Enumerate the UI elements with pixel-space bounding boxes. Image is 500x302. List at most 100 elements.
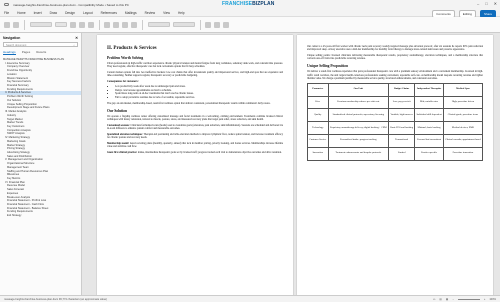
consequences-list: Low productivity week after week due to … bbox=[107, 85, 283, 99]
table-cell: Procedure innovation bbox=[442, 146, 484, 161]
list-item: Fail to adopt preventive routines due to… bbox=[115, 96, 283, 99]
window-controls: – □ ✕ bbox=[477, 1, 497, 6]
navigation-title: Navigation bbox=[3, 36, 21, 40]
ribbon-divider bbox=[98, 19, 99, 30]
table-cell: Practice-specific bbox=[414, 146, 444, 161]
table-cell: High; procedure driven bbox=[442, 95, 484, 110]
navigation-search-input[interactable]: Search document ⌕ bbox=[3, 42, 78, 47]
autosave-icon[interactable] bbox=[4, 3, 9, 6]
tab-review[interactable]: Review bbox=[145, 11, 155, 15]
search-icon[interactable]: ⌕ bbox=[74, 44, 75, 47]
tab-references[interactable]: References bbox=[101, 11, 117, 15]
ribbon-divider bbox=[24, 19, 25, 30]
tab-mailings[interactable]: Mailings bbox=[125, 11, 137, 15]
ribbon-toolbar bbox=[0, 17, 500, 33]
table-header: Our Unit bbox=[327, 82, 389, 97]
tab-results[interactable]: Results bbox=[36, 50, 46, 55]
web-layout-icon[interactable]: ▦ bbox=[446, 298, 448, 301]
tab-view[interactable]: View bbox=[163, 11, 170, 15]
dictate-icon[interactable] bbox=[214, 21, 220, 28]
table-cell: Personalized intake; progress tracking bbox=[327, 134, 389, 148]
table-cell: Standardized clinical protocols; supervi… bbox=[327, 108, 389, 123]
table-row: Quality Standardized clinical protocols; … bbox=[307, 108, 484, 123]
tab-layout[interactable]: Layout bbox=[83, 11, 93, 15]
table-row: Customer Service Personalized intake; pro… bbox=[307, 134, 484, 148]
table-cell: Clinical-grade; procedure focus bbox=[442, 108, 484, 123]
paragraph: Unique selling points: licensed clinicia… bbox=[307, 54, 483, 61]
navigation-header: Navigation ✕ bbox=[0, 33, 81, 41]
table-header: Budget Chains bbox=[387, 82, 416, 97]
focus-icon[interactable]: ▭ bbox=[433, 298, 435, 301]
tab-headings[interactable]: Headings bbox=[3, 50, 16, 55]
clipboard-icon[interactable] bbox=[13, 21, 19, 28]
paragraph: Current market options fall into two ine… bbox=[107, 71, 283, 78]
table-cell: Personal but inconsistent bbox=[414, 134, 444, 148]
paragraph: The gap: an end-market, membership-based… bbox=[107, 102, 271, 106]
zoom-in-icon[interactable]: + bbox=[484, 298, 486, 301]
paragraph: We operate a flagship wellness center of… bbox=[107, 115, 283, 122]
comparison-table: Parameter Our Unit Budget Chains Indepen… bbox=[307, 82, 484, 161]
table-cell: Minimal; basic booking bbox=[414, 121, 444, 135]
table-row-header: Innovation bbox=[307, 146, 329, 161]
paragraph-body: intake, intermediate therapeutic goals s… bbox=[137, 151, 282, 155]
section-heading: II. Products & Services bbox=[107, 46, 157, 51]
document-canvas[interactable]: II. Products & Services Problem Worth So… bbox=[82, 33, 500, 297]
window-title: massage-heights-franchise-business-plan.… bbox=[13, 2, 129, 7]
paragraph: Specialized elevation techniques: Therap… bbox=[107, 133, 283, 139]
paste-icon[interactable] bbox=[4, 21, 10, 28]
table-body: Price Premium membership reduces per-visi… bbox=[307, 95, 484, 161]
table-row: Technology Proprietary aromatherapy deliv… bbox=[307, 121, 484, 135]
print-layout-icon[interactable]: ▤ bbox=[439, 298, 441, 301]
tab-insert[interactable]: Insert bbox=[34, 11, 42, 15]
table-row-header: Price bbox=[307, 95, 329, 110]
editor-icon[interactable] bbox=[223, 21, 229, 28]
minimize-icon[interactable]: – bbox=[477, 1, 479, 6]
subheading-solution: Our Solution bbox=[107, 109, 128, 114]
table-header-row: Parameter Our Unit Budget Chains Indepen… bbox=[307, 82, 484, 97]
table-header: Independent Therapists bbox=[414, 82, 444, 97]
close-icon[interactable]: ✕ bbox=[494, 1, 497, 6]
close-pane-icon[interactable]: ✕ bbox=[75, 36, 78, 40]
tab-draw[interactable]: Draw bbox=[50, 11, 57, 15]
table-cell: Variable; high turnover bbox=[387, 108, 416, 123]
italic-icon[interactable] bbox=[78, 21, 85, 28]
styles-gallery-2[interactable] bbox=[172, 22, 195, 27]
align-left-icon[interactable] bbox=[122, 21, 128, 28]
status-bar: massage-heights-franchise-business-plan.… bbox=[0, 295, 500, 302]
paragraph: Membership model: tiered recurring plans… bbox=[107, 142, 283, 148]
font-family-select[interactable] bbox=[29, 22, 52, 27]
brand-part1: FRANCHISE bbox=[222, 1, 253, 7]
underline-icon[interactable] bbox=[87, 21, 94, 28]
tab-help[interactable]: Help bbox=[178, 11, 185, 15]
maximize-icon[interactable]: □ bbox=[485, 1, 487, 6]
zoom-level[interactable]: 100% bbox=[489, 298, 496, 301]
tab-design[interactable]: Design bbox=[65, 11, 75, 15]
bold-icon[interactable] bbox=[69, 21, 76, 28]
table-cell: Premium membership reduces per-visit cos… bbox=[327, 95, 389, 110]
table-header: Parameter bbox=[307, 82, 329, 97]
numbering-icon[interactable] bbox=[113, 21, 119, 28]
table-row-header: Technology bbox=[307, 121, 329, 135]
paragraph: Guest first clinical practice: intake, i… bbox=[107, 151, 283, 154]
document-page[interactable]: II. Products & Services Problem Worth So… bbox=[97, 35, 293, 297]
document-page[interactable]: Our center is a 45-year-old flair worker… bbox=[297, 35, 493, 297]
status-text: massage-heights-franchise-business-plan.… bbox=[4, 297, 107, 301]
table-cell: Medical devices; EMR bbox=[442, 121, 484, 135]
table-row-header: Customer Service bbox=[307, 134, 329, 148]
table-header: Medical Spas bbox=[442, 82, 484, 97]
zoom-out-icon[interactable]: − bbox=[452, 298, 454, 301]
zoom-slider[interactable] bbox=[457, 298, 480, 300]
navigation-pane: Navigation ✕ Search document ⌕ Headings … bbox=[0, 33, 82, 295]
find-icon[interactable] bbox=[205, 21, 211, 28]
brand-part2: BIZPLAN bbox=[252, 1, 275, 7]
ribbon-divider bbox=[142, 19, 143, 30]
tab-home[interactable]: Home bbox=[17, 11, 26, 15]
styles-gallery[interactable] bbox=[147, 22, 170, 27]
nav-heading-item[interactable]: Exit Strategy bbox=[0, 214, 81, 218]
font-size-select[interactable] bbox=[54, 22, 67, 27]
tab-file[interactable]: File bbox=[4, 11, 9, 15]
align-center-icon[interactable] bbox=[131, 21, 137, 28]
consequences-label: Consequences for customers: bbox=[107, 80, 139, 83]
tab-pages[interactable]: Pages bbox=[22, 50, 31, 55]
bullets-icon[interactable] bbox=[104, 21, 110, 28]
